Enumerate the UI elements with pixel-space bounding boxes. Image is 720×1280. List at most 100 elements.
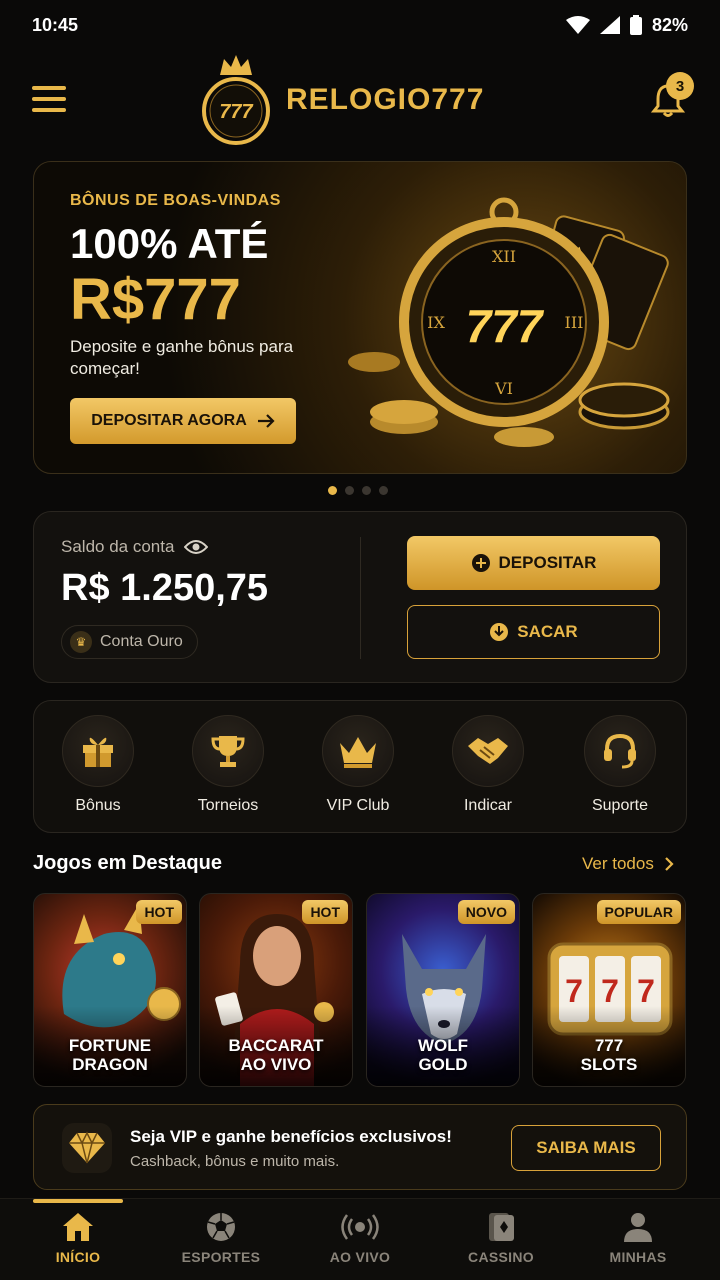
balance-label: Saldo da conta <box>61 537 175 556</box>
featured-games-title: Jogos em Destaque <box>33 852 222 874</box>
game-tag: HOT <box>136 900 182 924</box>
balance-card: Saldo da conta R$ 1.250,75 ♛ Conta Ouro … <box>33 511 687 683</box>
game-card-777-slots[interactable]: 7 7 7 POPULAR 777 SLOTS <box>532 893 686 1087</box>
quick-action-label: Torneios <box>197 797 259 814</box>
home-icon <box>63 1213 93 1241</box>
withdraw-label: SACAR <box>517 622 578 641</box>
quick-action-label: Suporte <box>591 797 649 814</box>
balance-value: R$ 1.250,75 <box>61 567 269 609</box>
gold-clock-casino-illustration: ♠ XII III VI IX 777 <box>348 197 670 447</box>
nav-label: AO VIVO <box>329 1249 391 1265</box>
logo-text: RELOGIO777 <box>286 83 485 116</box>
quick-action-label: Bônus <box>75 797 121 814</box>
game-card-baccarat-live[interactable]: HOT BACCARAT AO VIVO <box>199 893 353 1087</box>
nav-label: CASSINO <box>468 1249 534 1265</box>
menu-bar <box>32 108 66 112</box>
battery-icon <box>629 15 642 35</box>
svg-text:III: III <box>565 313 584 332</box>
svg-text:VI: VI <box>494 379 513 398</box>
game-tag: HOT <box>302 900 348 924</box>
nav-tab-live[interactable]: AO VIVO <box>300 1211 420 1265</box>
game-name-line: DRAGON <box>72 1055 148 1074</box>
quick-action-label: VIP Club <box>326 797 390 814</box>
quick-action-refer[interactable]: Indicar <box>438 715 538 815</box>
game-tag: NOVO <box>457 900 515 924</box>
signal-icon <box>599 16 620 34</box>
battery-percent: 82% <box>651 14 688 35</box>
balance-label-row: Saldo da conta <box>61 537 209 557</box>
soccer-ball-icon <box>207 1213 235 1241</box>
app-header: 777 RELOGIO777 3 <box>0 50 720 150</box>
pagination-dot[interactable] <box>345 486 354 495</box>
game-name: WOLF GOLD <box>367 1036 519 1074</box>
nav-tab-mine[interactable]: MINHAS <box>578 1211 698 1265</box>
svg-text:7: 7 <box>601 973 619 1009</box>
chevron-right-icon <box>665 857 674 871</box>
deposit-now-label: DEPOSITAR AGORA <box>91 412 247 429</box>
quick-actions: Bônus Torneios VIP Club Indicar Suporte <box>33 700 687 833</box>
withdraw-button[interactable]: SACAR <box>407 605 660 659</box>
quick-action-bonus[interactable]: Bônus <box>48 715 148 815</box>
quick-action-icon-wrap <box>452 715 524 787</box>
game-name: BACCARAT AO VIVO <box>200 1036 352 1074</box>
game-name: 777 SLOTS <box>533 1036 685 1074</box>
nav-tab-home[interactable]: INÍCIO <box>18 1211 138 1265</box>
eye-icon[interactable] <box>184 539 209 555</box>
clock-crown-logo-icon: 777 <box>202 55 270 145</box>
game-card-wolf-gold[interactable]: NOVO WOLF GOLD <box>366 893 520 1087</box>
nav-tab-casino[interactable]: CASSINO <box>441 1211 561 1265</box>
divider <box>360 537 361 659</box>
quick-action-icon-wrap <box>584 715 656 787</box>
quick-action-label: Indicar <box>463 797 513 814</box>
game-name-line: SLOTS <box>580 1055 638 1074</box>
see-all-label: Ver todos <box>582 854 654 873</box>
banner-pagination[interactable] <box>328 486 388 495</box>
deposit-now-button[interactable]: DEPOSITAR AGORA <box>70 398 296 444</box>
game-name-line: BACCARAT <box>228 1036 324 1055</box>
cards-icon <box>489 1213 514 1241</box>
banner-amount: R$777 <box>70 267 241 332</box>
download-circle-icon <box>490 623 509 641</box>
quick-action-icon-wrap <box>62 715 134 787</box>
learn-more-button[interactable]: SAIBA MAIS <box>511 1125 661 1171</box>
vip-subtitle: Cashback, bônus e muito mais. <box>130 1153 340 1170</box>
menu-button[interactable] <box>32 86 66 112</box>
svg-text:IX: IX <box>427 313 445 332</box>
svg-text:XII: XII <box>492 247 516 266</box>
deposit-label: DEPOSITAR <box>498 553 597 572</box>
pagination-dot[interactable] <box>379 486 388 495</box>
wifi-icon <box>565 16 590 34</box>
quick-action-support[interactable]: Suporte <box>570 715 670 815</box>
see-all-link[interactable]: Ver todos <box>582 854 674 874</box>
pagination-dot[interactable] <box>328 486 337 495</box>
diamond-icon <box>69 1131 105 1164</box>
game-name-line: WOLF <box>417 1036 469 1055</box>
app-logo[interactable]: 777 RELOGIO777 <box>198 50 484 150</box>
active-tab-indicator <box>33 1199 123 1203</box>
status-bar: 10:45 82% <box>0 0 720 50</box>
diamond-icon-wrap <box>62 1123 112 1173</box>
nav-label: ESPORTES <box>181 1249 261 1265</box>
menu-bar <box>32 86 66 90</box>
headset-icon <box>604 733 636 769</box>
nav-tab-sports[interactable]: ESPORTES <box>161 1211 281 1265</box>
nav-label: MINHAS <box>609 1249 667 1265</box>
quick-action-vip-club[interactable]: VIP Club <box>308 715 408 815</box>
logo-badge-text: 777 <box>219 101 253 123</box>
game-card-fortune-dragon[interactable]: HOT FORTUNE DRAGON <box>33 893 187 1087</box>
deposit-button[interactable]: DEPOSITAR <box>407 536 660 590</box>
game-tag: POPULAR <box>596 900 681 924</box>
pagination-dot[interactable] <box>362 486 371 495</box>
arrow-right-icon <box>257 414 275 428</box>
menu-bar <box>32 97 66 101</box>
vip-title: Seja VIP e ganhe benefícios exclusivos! <box>130 1127 452 1146</box>
promo-banner[interactable]: ♠ XII III VI IX 777 BÔNUS DE BOAS-VINDAS… <box>33 161 687 474</box>
account-tier-label: Conta Ouro <box>100 633 183 650</box>
plus-circle-icon <box>471 554 490 572</box>
quick-action-tournaments[interactable]: Torneios <box>178 715 278 815</box>
banner-description: Deposite e ganhe bônus para começar! <box>70 337 294 378</box>
svg-text:7: 7 <box>565 973 583 1009</box>
banner-kicker: BÔNUS DE BOAS-VINDAS <box>70 192 281 209</box>
crown-icon <box>340 737 376 768</box>
account-tier-badge: ♛ Conta Ouro <box>61 625 198 659</box>
